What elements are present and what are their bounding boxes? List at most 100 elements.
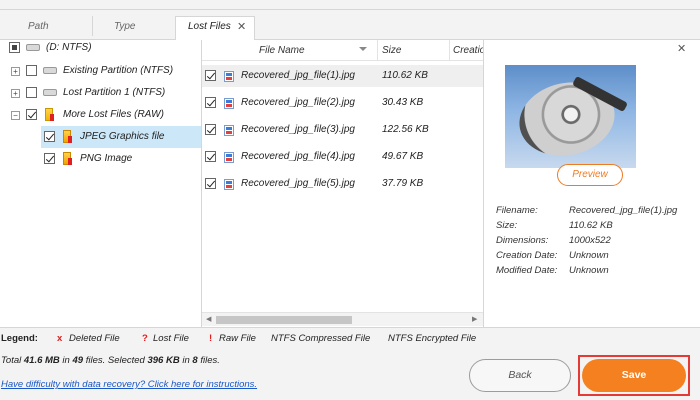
raw-file-icon: !	[209, 333, 213, 344]
scroll-right-icon[interactable]: ▶	[472, 315, 477, 323]
info-label: Filename:	[496, 205, 538, 216]
file-size: 110.62 KB	[382, 70, 428, 81]
tab-bar: Path Type Lost Files ✕	[0, 0, 700, 41]
column-size[interactable]: Size	[382, 40, 401, 61]
legend-title: Legend:	[1, 333, 38, 344]
tree-item-label: More Lost Files (RAW)	[63, 109, 164, 120]
preview-pane: ✕ Preview Filename: Recovered_jpg_file(1…	[484, 40, 700, 328]
file-size: 49.67 KB	[382, 151, 424, 162]
tree-item-label: PNG Image	[80, 153, 133, 164]
tab-divider	[92, 16, 93, 36]
folder-tree: (D: NTFS) + Existing Partition (NTFS) + …	[0, 40, 202, 328]
tree-item-label: JPEG Graphics file	[80, 131, 165, 142]
close-tab-icon[interactable]: ✕	[237, 17, 246, 37]
tree-item-label: (D: NTFS)	[46, 42, 92, 53]
file-checkbox[interactable]	[205, 151, 216, 162]
file-checkbox[interactable]	[205, 70, 216, 81]
file-row[interactable]: Recovered_jpg_file(4).jpg 49.67 KB	[202, 146, 483, 168]
drive-icon	[26, 44, 40, 51]
file-name: Recovered_jpg_file(3).jpg	[241, 124, 355, 135]
raw-folder-icon	[45, 108, 54, 121]
tree-item-existing-partition[interactable]: + Existing Partition (NTFS)	[0, 60, 201, 82]
jpg-file-icon	[224, 152, 234, 163]
file-row[interactable]: Recovered_jpg_file(5).jpg 37.79 KB	[202, 173, 483, 195]
drive-icon	[43, 89, 57, 96]
tree-item-lost-partition[interactable]: + Lost Partition 1 (NTFS)	[0, 82, 201, 104]
tree-item-jpeg[interactable]: JPEG Graphics file	[41, 126, 201, 148]
selected-size: 396 KB	[147, 355, 180, 366]
legend-lost: Lost File	[153, 333, 189, 344]
summary-text: in	[59, 355, 73, 366]
file-row[interactable]: Recovered_jpg_file(3).jpg 122.56 KB	[202, 119, 483, 141]
info-label: Dimensions:	[496, 235, 549, 246]
tree-checkbox[interactable]	[9, 42, 20, 53]
expand-icon[interactable]: +	[11, 67, 20, 76]
hard-disk-platter	[512, 73, 622, 165]
tree-checkbox[interactable]	[26, 65, 37, 76]
file-checkbox[interactable]	[205, 178, 216, 189]
summary-text: files.	[197, 355, 220, 366]
column-creation[interactable]: Creatio	[453, 40, 483, 61]
info-value: 1000x522	[569, 235, 611, 246]
save-highlight: Save	[578, 355, 690, 396]
legend-raw: Raw File	[219, 333, 256, 344]
jpg-file-icon	[224, 98, 234, 109]
scroll-thumb[interactable]	[216, 316, 352, 324]
tree-item-label: Lost Partition 1 (NTFS)	[63, 87, 166, 98]
save-button[interactable]: Save	[582, 359, 686, 392]
info-value: 110.62 KB	[569, 220, 613, 231]
preview-button[interactable]: Preview	[557, 164, 623, 186]
deleted-file-icon: x	[57, 333, 63, 344]
back-button[interactable]: Back	[469, 359, 571, 392]
tree-checkbox[interactable]	[26, 109, 37, 120]
column-file-name[interactable]: File Name	[259, 40, 305, 61]
total-files: 49	[72, 355, 84, 366]
info-value: Recovered_jpg_file(1).jpg	[569, 205, 678, 216]
tree-item-png[interactable]: PNG Image	[41, 148, 201, 170]
file-name: Recovered_jpg_file(4).jpg	[241, 151, 355, 162]
info-value: Unknown	[569, 265, 609, 276]
file-checkbox[interactable]	[205, 124, 216, 135]
jpg-file-icon	[224, 125, 234, 136]
file-row[interactable]: Recovered_jpg_file(1).jpg 110.62 KB	[202, 65, 483, 87]
legend-encrypted: NTFS Encrypted File	[388, 333, 477, 344]
column-divider[interactable]	[449, 40, 450, 61]
tree-checkbox[interactable]	[26, 87, 37, 98]
info-label: Modified Date:	[496, 265, 558, 276]
drive-icon	[43, 67, 57, 74]
info-label: Size:	[496, 220, 518, 231]
tree-checkbox[interactable]	[44, 131, 55, 142]
legend: Legend: x Deleted File ? Lost File ! Raw…	[0, 329, 700, 349]
summary-text: in	[179, 355, 193, 366]
file-checkbox[interactable]	[205, 97, 216, 108]
expand-icon[interactable]: +	[11, 89, 20, 98]
jpg-file-icon	[224, 71, 234, 82]
info-value: Unknown	[569, 250, 609, 261]
sort-arrow-icon[interactable]	[359, 47, 367, 51]
selection-summary: Total 41.6 MB in 49 files. Selected 396 …	[1, 355, 220, 366]
tree-checkbox[interactable]	[44, 153, 55, 164]
file-row[interactable]: Recovered_jpg_file(2).jpg 30.43 KB	[202, 92, 483, 114]
scroll-left-icon[interactable]: ◀	[206, 315, 211, 323]
collapse-icon[interactable]: −	[11, 111, 20, 120]
jpg-file-icon	[224, 179, 234, 190]
legend-deleted: Deleted File	[69, 333, 120, 344]
help-link[interactable]: Have difficulty with data recovery? Clic…	[1, 379, 257, 390]
close-preview-icon[interactable]: ✕	[677, 42, 686, 55]
horizontal-scrollbar[interactable]: ◀ ▶	[202, 312, 483, 326]
column-divider[interactable]	[377, 40, 378, 61]
tree-item-more-lost-files[interactable]: − More Lost Files (RAW)	[0, 104, 201, 126]
file-list-header: File Name Size Creatio	[202, 40, 483, 61]
png-file-type-icon	[63, 152, 72, 165]
info-label: Creation Date:	[496, 250, 558, 261]
file-name: Recovered_jpg_file(2).jpg	[241, 97, 355, 108]
file-name: Recovered_jpg_file(1).jpg	[241, 70, 355, 81]
main-panel: (D: NTFS) + Existing Partition (NTFS) + …	[0, 40, 700, 328]
tree-item-d-drive[interactable]: (D: NTFS)	[0, 37, 201, 59]
legend-compressed: NTFS Compressed File	[271, 333, 371, 344]
preview-image	[505, 65, 636, 168]
file-size: 122.56 KB	[382, 124, 429, 135]
top-divider	[0, 0, 700, 10]
summary-text: Total	[1, 355, 24, 366]
total-size: 41.6 MB	[23, 355, 60, 366]
